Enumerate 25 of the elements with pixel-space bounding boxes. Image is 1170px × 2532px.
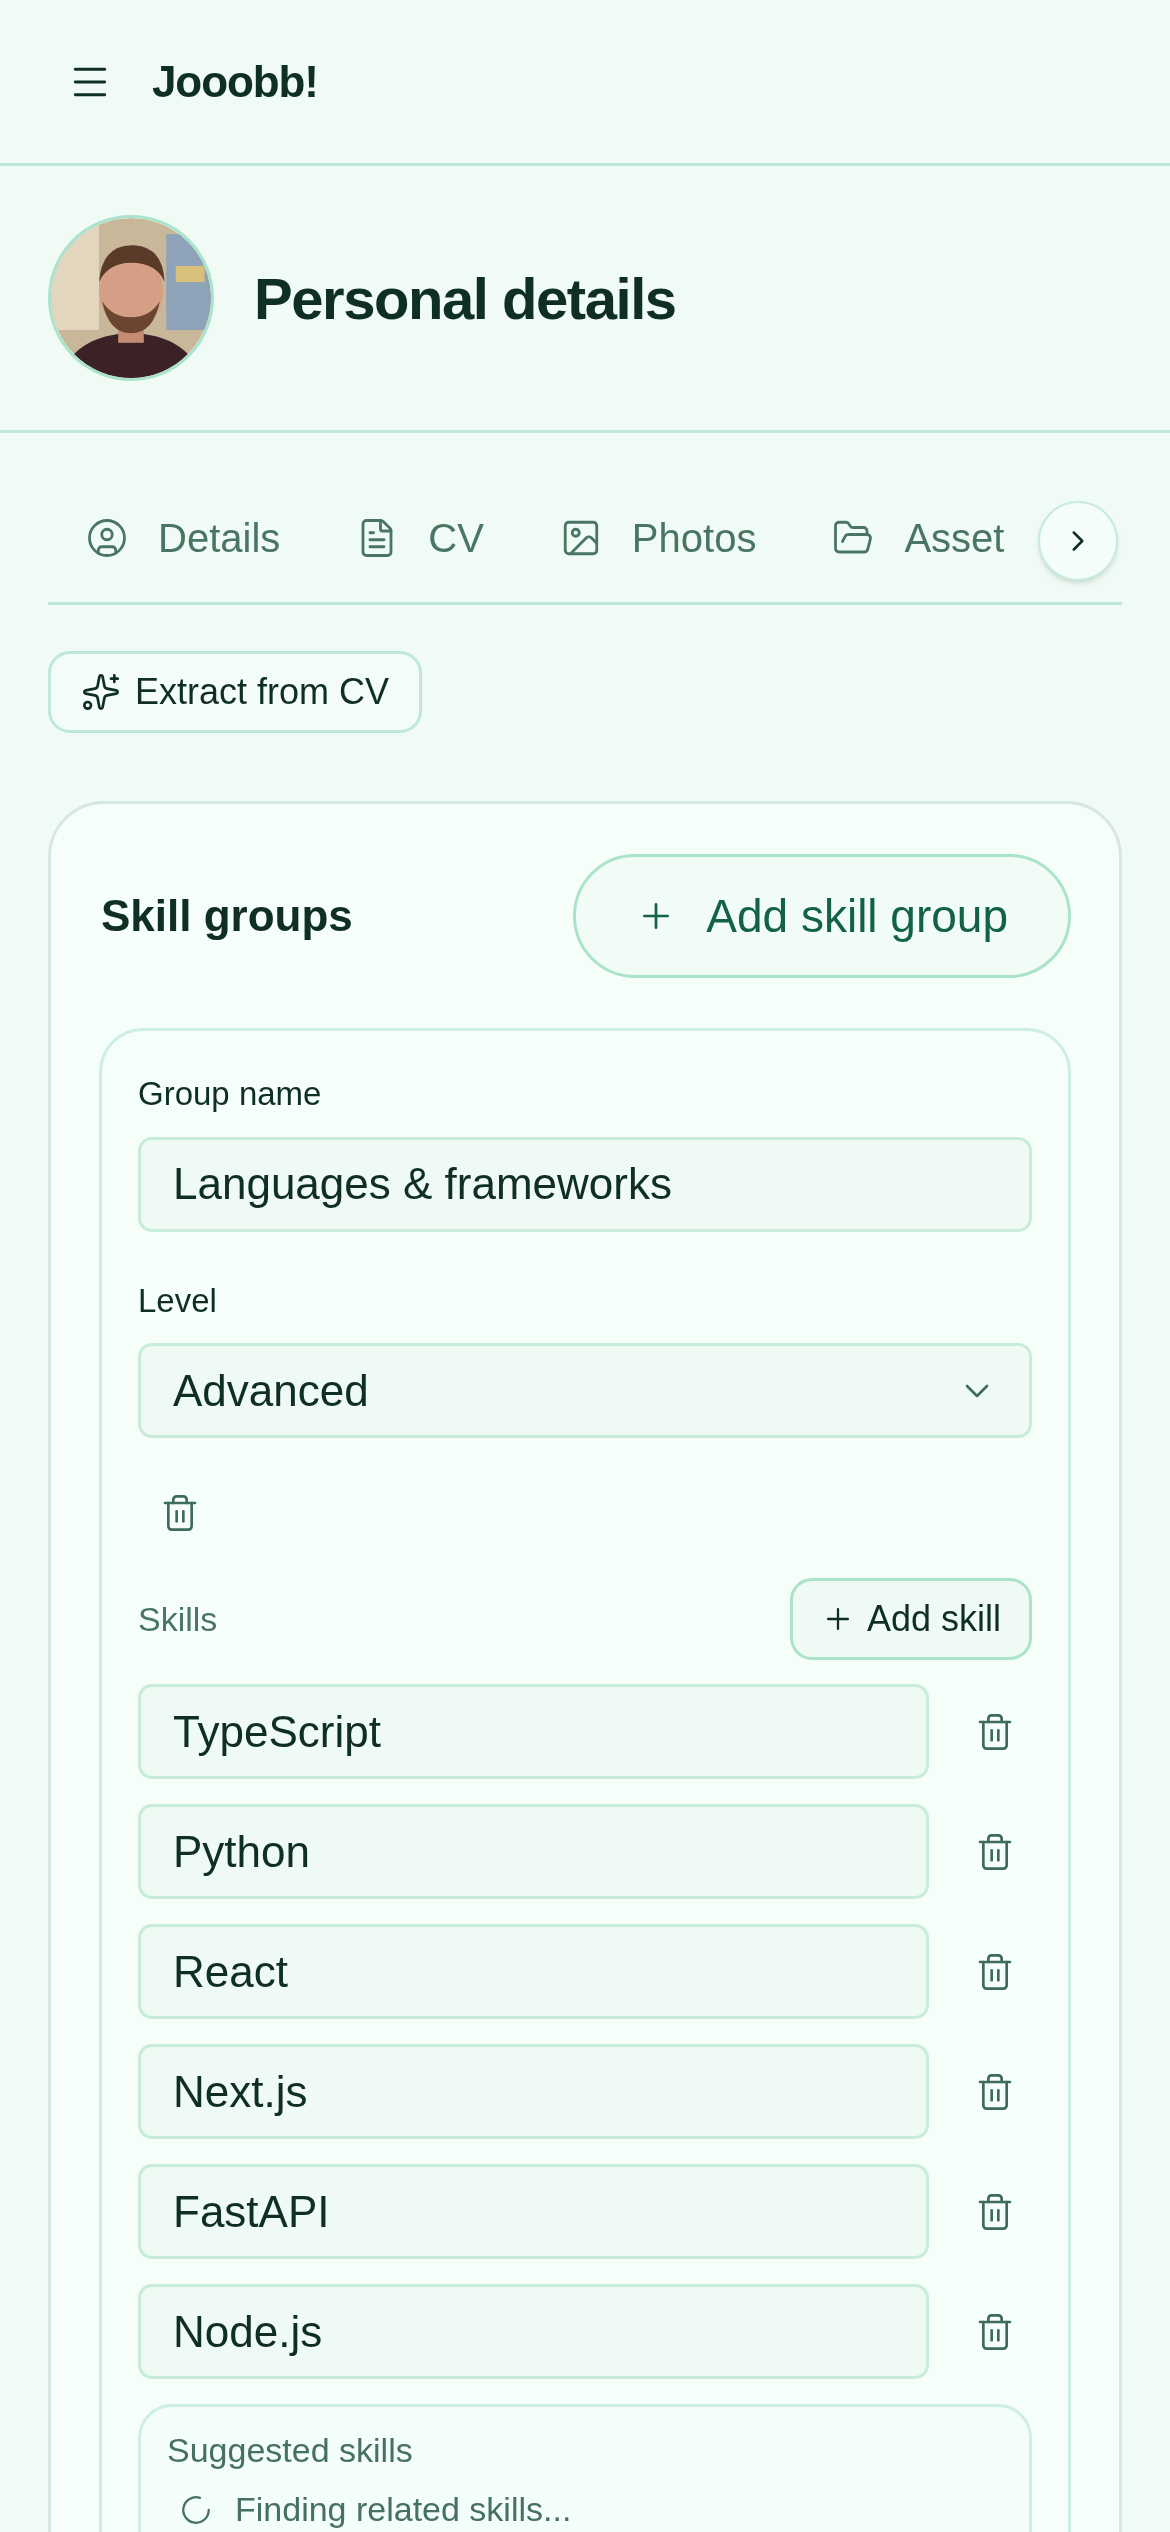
skills-label: Skills [138, 1598, 218, 1640]
app-title: Jooobb! [152, 55, 318, 108]
group-name-field[interactable]: Languages & frameworks [138, 1136, 1032, 1232]
skill-field[interactable]: React [138, 1924, 929, 2019]
level-select[interactable]: Advanced [138, 1343, 1032, 1438]
tab[interactable]: Details [86, 507, 281, 568]
add-skill-group-button[interactable]: Add skill group [573, 854, 1071, 978]
panel-title: Suggested skills [167, 2430, 414, 2471]
tab[interactable]: Asset [832, 507, 1005, 568]
skill-field[interactable]: Next.js [138, 2044, 929, 2139]
skill-field[interactable]: TypeScript [138, 1684, 929, 1779]
field-label: Level [138, 1280, 218, 1321]
loading-status: Finding related skills... [235, 2489, 572, 2530]
field-label: Group name [138, 1074, 323, 1114]
skill-field[interactable]: FastAPI [138, 2164, 929, 2259]
sparkle-icon [81, 672, 121, 712]
tab[interactable]: Photos [559, 507, 757, 568]
skill-field[interactable]: Node.js [138, 2284, 929, 2379]
tab[interactable]: CV [356, 507, 484, 568]
page-title: Personal details [254, 264, 676, 333]
extract-button[interactable]: Extract from CV [48, 651, 423, 733]
add-skill-button[interactable]: Add skill [789, 1578, 1032, 1660]
user-circle-icon [86, 516, 128, 559]
section-title: Skill groups [100, 890, 353, 942]
skill-field[interactable]: Python [138, 1804, 929, 1899]
